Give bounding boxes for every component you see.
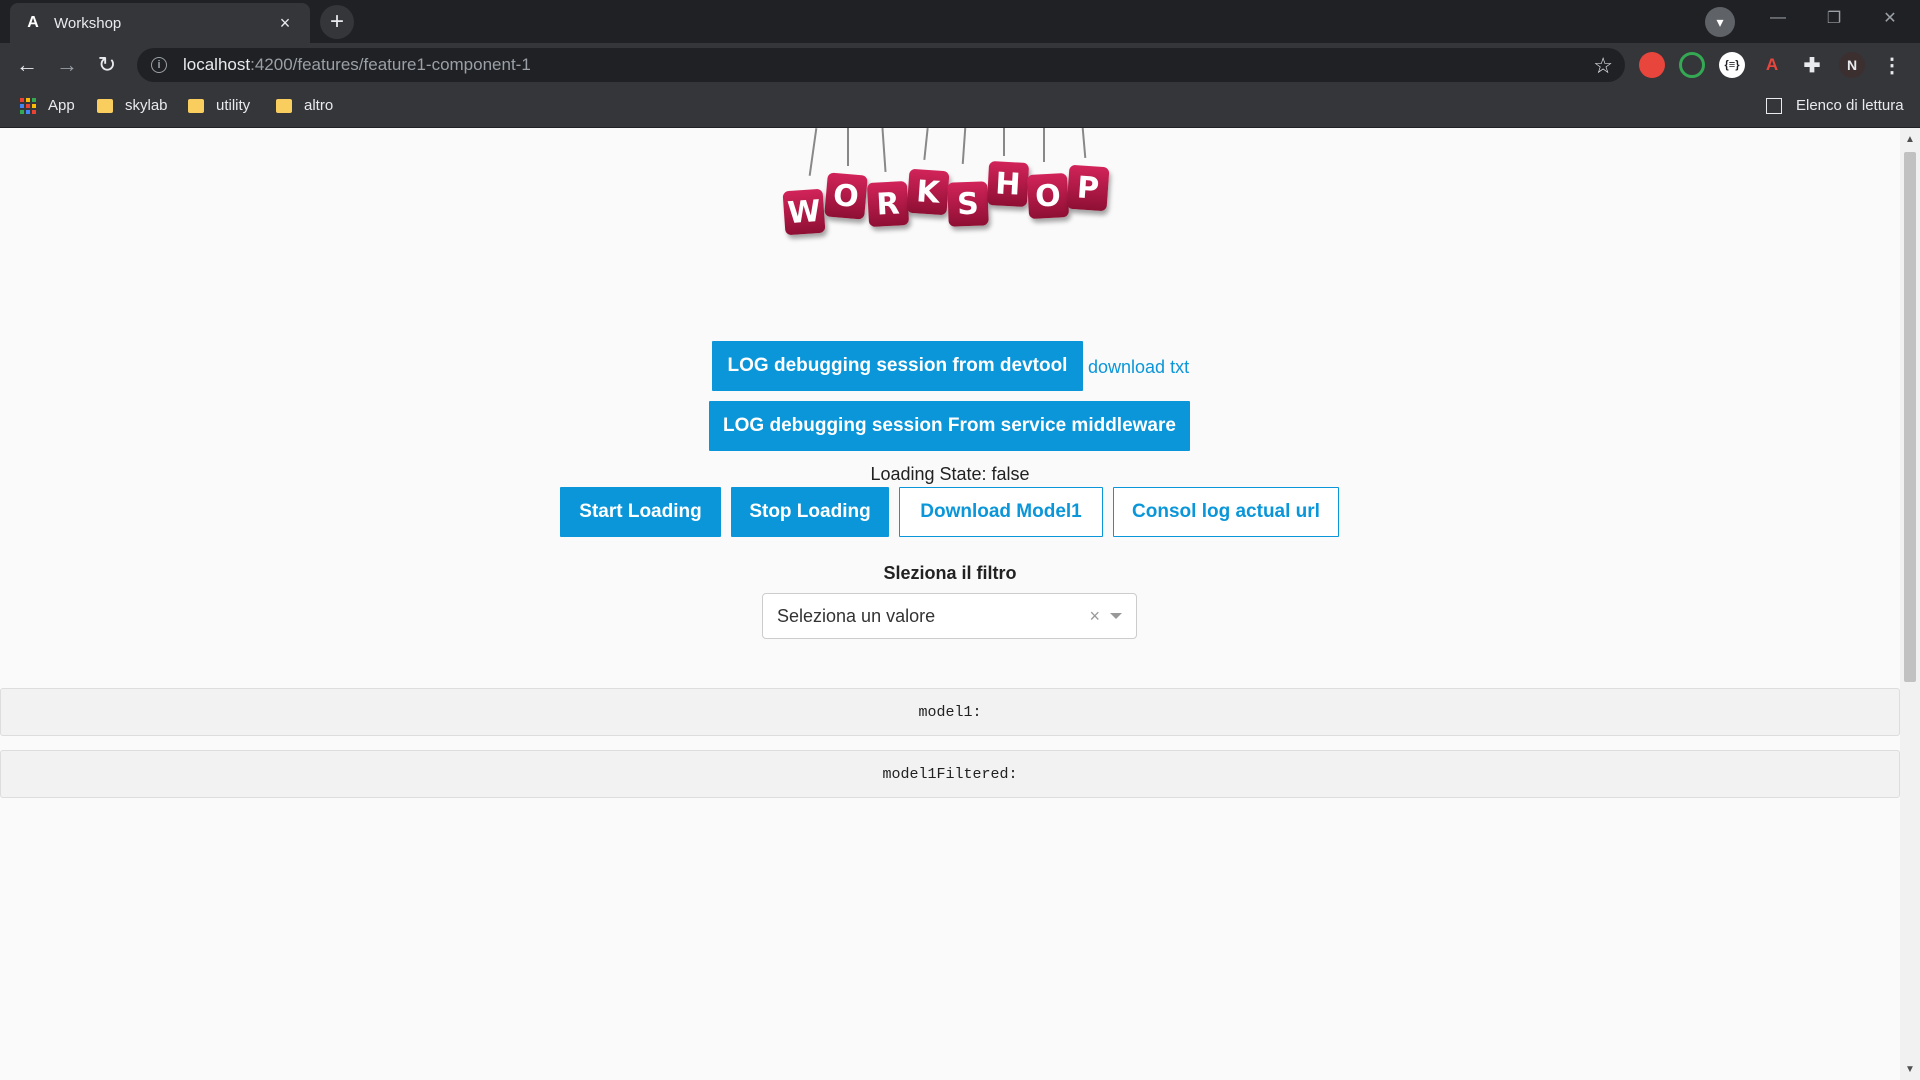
chevron-down-icon[interactable] — [1110, 613, 1122, 619]
start-loading-button[interactable]: Start Loading — [560, 487, 721, 537]
tab-close-icon[interactable]: × — [274, 13, 296, 34]
download-txt-link[interactable]: download txt — [1088, 357, 1189, 378]
page-content: W O R K S H O P LOG debugging session fr… — [0, 127, 1900, 1080]
workshop-logo: W O R K S H O P — [770, 127, 1120, 248]
angular-favicon-icon: A — [27, 14, 39, 31]
clear-icon[interactable]: × — [1089, 606, 1100, 627]
tab-search-icon[interactable]: ▾ — [1705, 7, 1735, 37]
profile-avatar[interactable]: N — [1839, 52, 1865, 78]
scroll-up-icon[interactable]: ▲ — [1900, 130, 1920, 148]
reading-list-icon — [1766, 97, 1782, 114]
logo-letter: S — [947, 181, 989, 227]
bookmark-label: skylab — [125, 97, 168, 114]
filter-select-value: Seleziona un valore — [777, 605, 936, 626]
log-middleware-button[interactable]: LOG debugging session From service middl… — [709, 401, 1190, 451]
model1filtered-label: model1Filtered: — [882, 765, 1018, 783]
tab-title: Workshop — [54, 14, 122, 32]
new-tab-button[interactable]: + — [320, 5, 354, 39]
page-scrollbar[interactable]: ▲ ▼ — [1900, 128, 1920, 1080]
folder-icon — [188, 98, 204, 113]
extensions-puzzle-icon[interactable]: ✚ — [1799, 52, 1825, 78]
logo-letter: R — [866, 180, 910, 228]
logo-letter: K — [906, 168, 950, 216]
bookmark-label: altro — [304, 97, 334, 114]
logo-letter: P — [1066, 164, 1110, 212]
bookmark-apps-label: App — [48, 97, 75, 114]
folder-icon — [276, 98, 292, 113]
reading-list-label: Elenco di lettura — [1796, 97, 1904, 114]
site-info-icon[interactable]: i — [151, 57, 167, 73]
scroll-thumb[interactable] — [1904, 152, 1916, 682]
console-log-url-button[interactable]: Consol log actual url — [1113, 487, 1339, 537]
loading-state-text: Loading State: false — [870, 464, 1030, 484]
filter-label: Sleziona il filtro — [883, 563, 1017, 583]
model1-panel: model1: — [0, 688, 1900, 736]
url-path: :4200/features/feature1-component-1 — [250, 55, 531, 74]
bookmark-label: utility — [216, 97, 251, 114]
browser-window: A Workshop × + ▾ — ❐ ✕ ← → ↻ i localhost… — [0, 0, 1920, 1080]
model1-label: model1: — [918, 703, 982, 721]
bookmark-altro[interactable]: altro — [276, 97, 333, 114]
extension-target-icon[interactable] — [1679, 52, 1705, 78]
reading-list[interactable]: Elenco di lettura — [1766, 97, 1904, 114]
download-model-button[interactable]: Download Model1 — [899, 487, 1103, 537]
logo-letter: O — [824, 172, 868, 220]
logo-letter: H — [986, 160, 1030, 208]
forward-icon[interactable]: → — [53, 51, 81, 79]
stop-loading-button[interactable]: Stop Loading — [731, 487, 889, 537]
title-bar: A Workshop × + ▾ — ❐ ✕ — [0, 0, 1920, 43]
browser-toolbar: ← → ↻ i localhost :4200/features/feature… — [0, 43, 1920, 87]
log-devtool-button[interactable]: LOG debugging session from devtool — [712, 341, 1083, 391]
browser-menu-icon[interactable]: ⋮ — [1879, 52, 1905, 78]
back-icon[interactable]: ← — [13, 51, 41, 79]
logo-letter: W — [782, 188, 826, 236]
bookmark-apps[interactable]: App — [20, 97, 75, 114]
close-window-icon[interactable]: ✕ — [1862, 0, 1918, 36]
extension-json-icon[interactable]: {≡} — [1719, 52, 1745, 78]
extension-angular-icon[interactable]: A — [1759, 52, 1785, 78]
filter-select[interactable]: Seleziona un valore × — [762, 593, 1137, 639]
minimize-icon[interactable]: — — [1750, 0, 1806, 36]
model1filtered-panel: model1Filtered: — [0, 750, 1900, 798]
url-host: localhost — [183, 55, 251, 74]
apps-grid-icon — [20, 97, 36, 114]
tab-workshop[interactable]: A Workshop × — [10, 3, 310, 43]
logo-letter: O — [1026, 172, 1070, 220]
bookmark-skylab[interactable]: skylab — [97, 97, 168, 114]
folder-icon — [97, 98, 113, 113]
address-bar[interactable]: i localhost :4200/features/feature1-comp… — [137, 48, 1625, 82]
reload-icon[interactable]: ↻ — [93, 51, 121, 79]
restore-icon[interactable]: ❐ — [1806, 0, 1862, 36]
bookmark-star-icon[interactable]: ☆ — [1593, 53, 1613, 79]
scroll-down-icon[interactable]: ▼ — [1900, 1060, 1920, 1078]
extension-adblock-icon[interactable] — [1639, 52, 1665, 78]
bookmarks-bar: App skylab utility altro Elenco di lettu… — [0, 87, 1920, 128]
bookmark-utility[interactable]: utility — [188, 97, 250, 114]
